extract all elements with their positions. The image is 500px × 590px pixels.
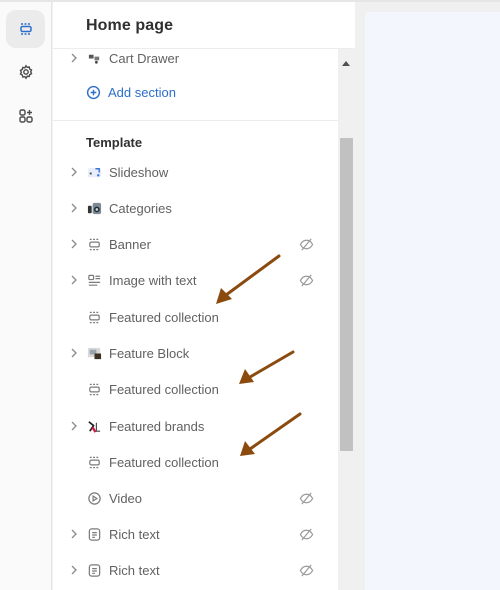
section-row-featured-collection[interactable]: Featured collection xyxy=(53,447,338,477)
eye-hidden-icon[interactable] xyxy=(299,491,314,506)
section-label: Featured brands xyxy=(109,418,205,434)
rail-theme-settings-button[interactable] xyxy=(6,53,45,91)
section-list: Cart Drawer Add section Template Slidesh… xyxy=(53,49,338,590)
featured-brands-icon xyxy=(86,418,102,434)
theme-preview xyxy=(365,12,500,590)
eye-hidden-icon[interactable] xyxy=(299,563,314,578)
gear-icon xyxy=(19,64,32,80)
add-section-button[interactable]: Add section xyxy=(86,82,176,102)
section-row-image-with-text[interactable]: Image with text xyxy=(53,265,338,295)
rich-text-icon xyxy=(86,526,102,542)
section-row-feature-block[interactable]: Feature Block xyxy=(53,338,338,368)
chevron-right-icon[interactable] xyxy=(70,203,78,213)
section-icon xyxy=(86,454,102,470)
panel-header: Home page xyxy=(53,2,355,49)
section-row-featured-brands[interactable]: Featured brands xyxy=(53,411,338,441)
section-row-cart-drawer[interactable]: Cart Drawer xyxy=(53,49,338,73)
section-label: Slideshow xyxy=(109,164,169,180)
panel-scrollbar[interactable] xyxy=(338,49,355,590)
section-label: Featured collection xyxy=(109,309,219,325)
section-icon xyxy=(86,381,102,397)
plus-circle-icon xyxy=(86,85,101,99)
apps-add-icon xyxy=(18,109,33,123)
section-row-featured-collection[interactable]: Featured collection xyxy=(53,302,338,332)
section-label: Categories xyxy=(109,200,172,216)
chevron-right-icon[interactable] xyxy=(70,529,78,539)
page-title: Home page xyxy=(86,17,174,34)
section-row-slideshow[interactable]: Slideshow xyxy=(53,157,338,187)
chevron-right-icon[interactable] xyxy=(70,167,78,177)
rich-text-icon xyxy=(86,562,102,578)
chevron-right-icon[interactable] xyxy=(70,348,78,358)
chevron-right-icon[interactable] xyxy=(70,239,78,249)
chevron-right-icon[interactable] xyxy=(70,565,78,575)
section-label: Video xyxy=(109,490,143,506)
template-heading: Template xyxy=(86,135,143,150)
slideshow-icon xyxy=(86,164,102,180)
eye-hidden-icon[interactable] xyxy=(299,273,314,288)
rail-sections-button[interactable] xyxy=(6,10,45,48)
sections-panel: Home page Cart Drawer Add section Templa… xyxy=(53,2,355,590)
section-label: Rich text xyxy=(109,562,160,578)
scroll-up-arrow-icon[interactable] xyxy=(342,61,350,66)
section-label: Cart Drawer xyxy=(109,50,180,66)
section-row-featured-collection[interactable]: Featured collection xyxy=(53,374,338,404)
eye-hidden-icon[interactable] xyxy=(299,237,314,252)
section-row-banner[interactable]: Banner xyxy=(53,229,338,259)
section-icon xyxy=(86,309,102,325)
section-label: Rich text xyxy=(109,526,160,542)
section-label: Feature Block xyxy=(109,345,190,361)
section-label: Banner xyxy=(109,236,151,252)
section-label: Image with text xyxy=(109,272,197,288)
section-label: Featured collection xyxy=(109,454,219,470)
scrollbar-thumb[interactable] xyxy=(340,138,353,451)
add-section-label: Add section xyxy=(108,84,176,100)
section-icon xyxy=(86,236,102,252)
section-row-rich-text[interactable]: Rich text xyxy=(53,555,338,585)
chevron-right-icon[interactable] xyxy=(70,53,78,63)
feature-block-icon xyxy=(86,345,102,361)
video-icon xyxy=(86,490,102,506)
cart-drawer-icon xyxy=(86,50,102,66)
left-rail xyxy=(0,2,52,590)
group-divider xyxy=(53,120,338,121)
section-row-rich-text[interactable]: Rich text xyxy=(53,519,338,549)
eye-hidden-icon[interactable] xyxy=(299,527,314,542)
sections-icon xyxy=(19,23,32,35)
section-row-video[interactable]: Video xyxy=(53,483,338,513)
chevron-right-icon[interactable] xyxy=(70,275,78,285)
rail-apps-button[interactable] xyxy=(6,97,45,135)
image-with-text-icon xyxy=(86,272,102,288)
section-label: Featured collection xyxy=(109,381,219,397)
categories-icon xyxy=(86,200,102,216)
section-row-categories[interactable]: Categories xyxy=(53,193,338,223)
chevron-right-icon[interactable] xyxy=(70,421,78,431)
